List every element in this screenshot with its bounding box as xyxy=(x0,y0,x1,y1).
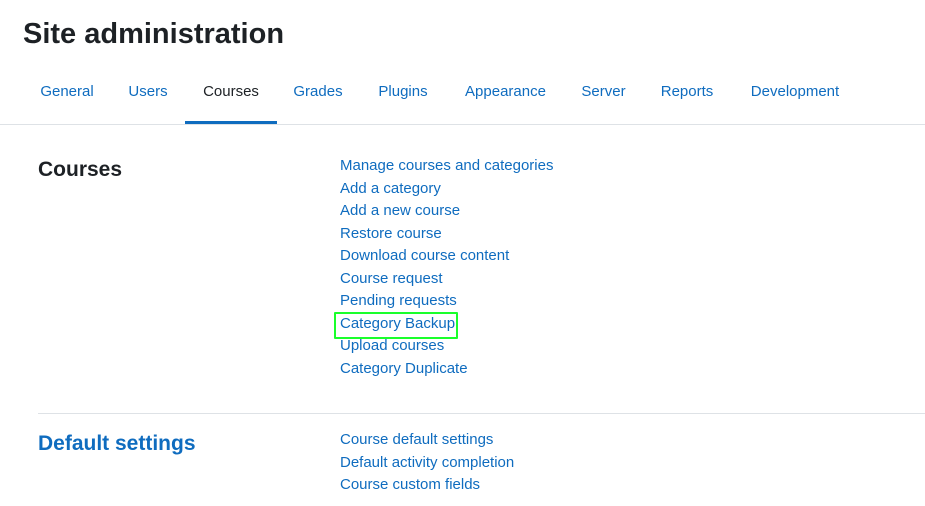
tab-general[interactable]: General xyxy=(40,64,94,123)
tab-grades[interactable]: Grades xyxy=(293,64,343,123)
list-item: Category Duplicate xyxy=(340,358,553,381)
list-item: Course custom fields xyxy=(340,474,514,497)
section-divider xyxy=(38,413,925,414)
tab-reports[interactable]: Reports xyxy=(660,64,714,123)
courses-link-list: Manage courses and categories Add a cate… xyxy=(340,155,553,380)
list-item: Manage courses and categories xyxy=(340,155,553,178)
link-pending-requests[interactable]: Pending requests xyxy=(340,292,457,309)
tab-courses[interactable]: Courses xyxy=(185,64,277,124)
link-manage-courses-and-categories[interactable]: Manage courses and categories xyxy=(340,157,553,174)
link-default-activity-completion[interactable]: Default activity completion xyxy=(340,454,514,471)
link-category-duplicate[interactable]: Category Duplicate xyxy=(340,360,468,377)
tab-users[interactable]: Users xyxy=(128,64,168,123)
list-item: Pending requests xyxy=(340,290,553,313)
page-title: Site administration xyxy=(23,18,285,50)
list-item: Course default settings xyxy=(340,429,514,452)
default-settings-link-list: Course default settings Default activity… xyxy=(340,429,514,497)
list-item: Add a new course xyxy=(340,200,553,223)
section-heading-default-settings[interactable]: Default settings xyxy=(38,430,196,458)
list-item: Download course content xyxy=(340,245,553,268)
admin-tabs: General Users Courses Grades Plugins App… xyxy=(0,64,925,125)
list-item: Add a category xyxy=(340,178,553,201)
list-item: Upload courses xyxy=(340,335,553,358)
link-add-a-category[interactable]: Add a category xyxy=(340,180,441,197)
list-item: Default activity completion xyxy=(340,452,514,475)
link-add-a-new-course[interactable]: Add a new course xyxy=(340,202,460,219)
link-course-request[interactable]: Course request xyxy=(340,270,443,287)
tab-server[interactable]: Server xyxy=(581,64,626,123)
section-heading-courses: Courses xyxy=(38,158,123,181)
tab-appearance[interactable]: Appearance xyxy=(464,64,547,123)
link-upload-courses[interactable]: Upload courses xyxy=(340,337,444,354)
list-item: Restore course xyxy=(340,223,553,246)
list-item: Category Backup xyxy=(340,313,553,336)
link-course-default-settings[interactable]: Course default settings xyxy=(340,431,493,448)
link-category-backup[interactable]: Category Backup xyxy=(340,315,455,332)
tab-development[interactable]: Development xyxy=(750,64,840,123)
link-restore-course[interactable]: Restore course xyxy=(340,225,442,242)
list-item: Course request xyxy=(340,268,553,291)
tab-plugins[interactable]: Plugins xyxy=(378,64,428,123)
link-course-custom-fields[interactable]: Course custom fields xyxy=(340,476,480,493)
link-download-course-content[interactable]: Download course content xyxy=(340,247,509,264)
